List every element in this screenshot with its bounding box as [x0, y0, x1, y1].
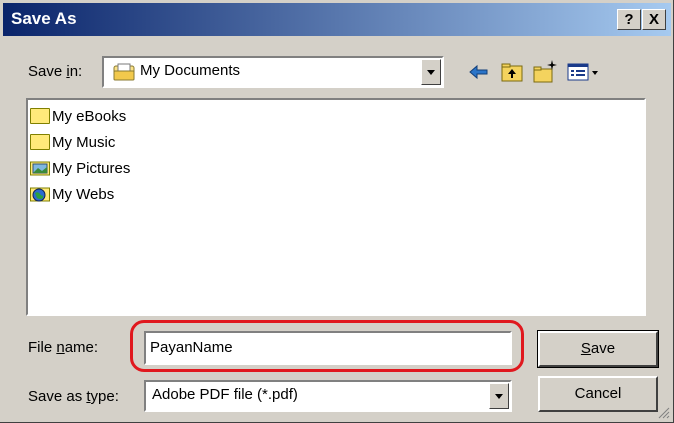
list-item[interactable]: My Music [30, 130, 115, 154]
dialog-title: Save As [11, 9, 77, 28]
close-button[interactable]: X [642, 9, 666, 30]
file-name-label: File name: [28, 339, 99, 356]
new-folder-icon[interactable] [532, 59, 558, 85]
save-in-value: My Documents [140, 62, 241, 79]
file-name-input[interactable]: PayanName [144, 331, 512, 365]
cancel-button[interactable]: Cancel [538, 376, 658, 412]
list-item-label: My Webs [52, 185, 115, 203]
views-menu-icon[interactable] [566, 59, 602, 85]
folder-icon [30, 108, 50, 124]
back-arrow-icon[interactable] [466, 59, 492, 85]
title-bar[interactable]: Save As ? X [3, 3, 671, 36]
list-item[interactable]: My eBooks [30, 104, 126, 128]
save-in-label: Save in: [28, 63, 83, 80]
save-in-dropdown-arrow[interactable] [421, 59, 441, 85]
up-folder-icon[interactable] [499, 59, 525, 85]
pictures-folder-icon [30, 161, 50, 176]
save-button[interactable]: Save [537, 330, 659, 368]
folder-icon [30, 134, 50, 150]
save-as-type-value: Adobe PDF file (*.pdf) [152, 386, 298, 403]
resize-grip-icon[interactable] [658, 407, 670, 419]
save-as-dialog: Save As ? X Save in: My Documents My eBo… [0, 0, 674, 423]
webs-folder-icon [30, 187, 50, 202]
list-item-label: My Music [52, 133, 116, 151]
list-item[interactable]: My Pictures [30, 156, 130, 180]
list-item-label: My eBooks [52, 107, 127, 125]
list-item[interactable]: My Webs [30, 182, 114, 206]
save-as-type-dropdown[interactable]: Adobe PDF file (*.pdf) [144, 380, 512, 412]
file-name-value: PayanName [150, 339, 233, 356]
save-in-dropdown[interactable]: My Documents [102, 56, 444, 88]
save-as-type-label: Save as type: [28, 388, 119, 405]
list-item-label: My Pictures [52, 159, 131, 177]
help-button[interactable]: ? [617, 9, 641, 30]
my-documents-icon [113, 63, 135, 81]
file-list[interactable]: My eBooks My Music My Pictures My Webs [26, 98, 646, 316]
save-as-type-dropdown-arrow[interactable] [489, 383, 509, 409]
